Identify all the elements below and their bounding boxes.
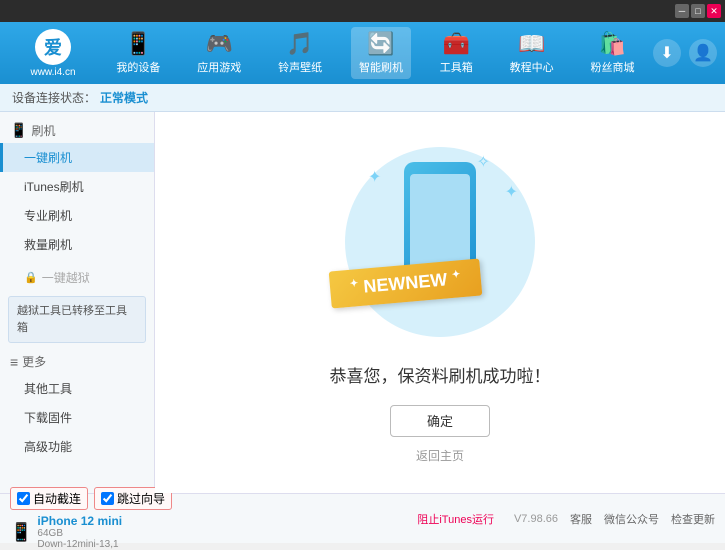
flash-section-label: 刷机 <box>31 122 55 139</box>
sparkle-icon-2: ✦ <box>505 182 518 202</box>
sparkle-icon-3: ✧ <box>477 152 490 172</box>
nav-toolbox[interactable]: 🧰 工具箱 <box>432 27 481 79</box>
bottom-right: V7.98.66 客服 微信公众号 检查更新 <box>514 511 715 527</box>
new-stars-left: ✦ <box>349 278 358 290</box>
toolbox-icon: 🧰 <box>443 31 470 57</box>
jailbreak-label: 一键越狱 <box>42 269 90 286</box>
sidebar-section-jailbreak: 🔒 一键越狱 越狱工具已转移至工具箱 <box>0 263 154 343</box>
top-nav: 爱 www.i4.cn 📱 我的设备 🎮 应用游戏 🎵 铃声壁纸 🔄 智能刷机 … <box>0 22 725 84</box>
bottom-bar: 自动截连 跳过向导 📱 iPhone 12 mini 64GB Down-12m… <box>0 493 725 543</box>
sidebar: 📱 刷机 一键刷机 iTunes刷机 专业刷机 救量刷机 🔒 一键越狱 <box>0 112 155 493</box>
sparkle-icon-1: ✦ <box>368 167 381 187</box>
go-home-link[interactable]: 返回主页 <box>416 447 464 464</box>
my-device-label: 我的设备 <box>116 59 160 75</box>
maximize-button[interactable]: □ <box>691 4 705 18</box>
sidebar-item-restore-flash[interactable]: 救量刷机 <box>0 230 154 259</box>
bottom-stop: 阻止iTunes运行 <box>417 511 494 527</box>
status-bar: 设备连接状态： 正常模式 <box>0 84 725 112</box>
auto-reconnect-checkbox[interactable] <box>17 492 30 505</box>
smart-flash-icon: 🔄 <box>367 31 394 57</box>
sidebar-jailbreak-info: 越狱工具已转移至工具箱 <box>8 296 146 343</box>
nav-tutorial[interactable]: 📖 教程中心 <box>502 27 562 79</box>
success-text: 恭喜您，保资料刷机成功啦！ <box>330 362 551 387</box>
sidebar-section-more-header: ≡ 更多 <box>0 347 154 374</box>
new-badge-text: NEW <box>363 273 407 297</box>
app-game-icon: 🎮 <box>206 31 233 57</box>
content-area: ✦ ✦ ✧ ✦ NEWNEW ✦ 恭喜您，保资料刷机成功啦！ 确定 返回主页 <box>155 112 725 493</box>
minimize-button[interactable]: ─ <box>675 4 689 18</box>
nav-items: 📱 我的设备 🎮 应用游戏 🎵 铃声壁纸 🔄 智能刷机 🧰 工具箱 📖 教程中心… <box>98 27 653 79</box>
sidebar-item-other-tools[interactable]: 其他工具 <box>0 374 154 403</box>
nav-fan-mall[interactable]: 🛍️ 粉丝商城 <box>582 27 642 79</box>
device-storage: 64GB <box>37 528 122 539</box>
title-bar: ─ □ ✕ <box>0 0 725 22</box>
skip-wizard-checkbox[interactable] <box>101 492 114 505</box>
nav-right: ⬇ 👤 <box>653 39 717 67</box>
device-details: iPhone 12 mini 64GB Down-12mini-13,1 <box>37 514 122 550</box>
ringtone-label: 铃声壁纸 <box>278 59 322 75</box>
lock-icon: 🔒 <box>24 271 38 284</box>
main-layout: 📱 刷机 一键刷机 iTunes刷机 专业刷机 救量刷机 🔒 一键越狱 <box>0 112 725 493</box>
device-name: iPhone 12 mini <box>37 514 122 528</box>
logo[interactable]: 爱 www.i4.cn <box>8 29 98 78</box>
sidebar-section-flash: 📱 刷机 一键刷机 iTunes刷机 专业刷机 救量刷机 <box>0 116 154 259</box>
more-section-icon: ≡ <box>10 354 18 370</box>
download-button[interactable]: ⬇ <box>653 39 681 67</box>
service-link[interactable]: 客服 <box>570 511 592 527</box>
sidebar-item-pro-flash[interactable]: 专业刷机 <box>0 201 154 230</box>
user-button[interactable]: 👤 <box>689 39 717 67</box>
nav-ringtone[interactable]: 🎵 铃声壁纸 <box>270 27 330 79</box>
check-update-link[interactable]: 检查更新 <box>671 511 715 527</box>
toolbox-label: 工具箱 <box>440 59 473 75</box>
sidebar-item-download-firmware[interactable]: 下载固件 <box>0 403 154 432</box>
sidebar-section-more: ≡ 更多 其他工具 下载固件 高级功能 <box>0 347 154 461</box>
fan-mall-label: 粉丝商城 <box>590 59 634 75</box>
device-model: Down-12mini-13,1 <box>37 539 122 550</box>
sidebar-section-flash-header: 📱 刷机 <box>0 116 154 143</box>
smart-flash-label: 智能刷机 <box>359 59 403 75</box>
tutorial-icon: 📖 <box>518 31 545 57</box>
nav-app-game[interactable]: 🎮 应用游戏 <box>189 27 249 79</box>
logo-icon: 爱 <box>35 29 71 65</box>
sidebar-jailbreak-header: 🔒 一键越狱 <box>0 263 154 292</box>
app-game-label: 应用游戏 <box>197 59 241 75</box>
bottom-left: 自动截连 跳过向导 📱 iPhone 12 mini 64GB Down-12m… <box>10 487 417 550</box>
sidebar-item-one-key-flash[interactable]: 一键刷机 <box>0 143 154 172</box>
wechat-link[interactable]: 微信公众号 <box>604 511 659 527</box>
flash-section-icon: 📱 <box>10 122 27 139</box>
confirm-button[interactable]: 确定 <box>390 405 490 437</box>
close-button[interactable]: ✕ <box>707 4 721 18</box>
new-stars-right: ✦ <box>451 269 460 281</box>
device-phone-icon: 📱 <box>10 522 32 543</box>
status-value: 正常模式 <box>100 89 148 106</box>
nav-my-device[interactable]: 📱 我的设备 <box>108 27 168 79</box>
more-section-label: 更多 <box>22 353 46 370</box>
my-device-icon: 📱 <box>125 31 152 57</box>
logo-subtext: www.i4.cn <box>30 67 75 78</box>
tutorial-label: 教程中心 <box>510 59 554 75</box>
status-label: 设备连接状态： <box>12 89 96 106</box>
auto-reconnect-label: 自动截连 <box>33 490 81 507</box>
phone-screen <box>410 174 470 274</box>
nav-smart-flash[interactable]: 🔄 智能刷机 <box>351 27 411 79</box>
sidebar-item-itunes-flash[interactable]: iTunes刷机 <box>0 172 154 201</box>
ringtone-icon: 🎵 <box>286 31 313 57</box>
hero-illustration: ✦ ✦ ✧ ✦ NEWNEW ✦ <box>340 142 540 342</box>
sidebar-item-advanced[interactable]: 高级功能 <box>0 432 154 461</box>
fan-mall-icon: 🛍️ <box>599 31 626 57</box>
stop-itunes-button[interactable]: 阻止iTunes运行 <box>417 511 494 527</box>
checkbox-auto-reconnect[interactable]: 自动截连 <box>10 487 88 510</box>
device-info: 📱 iPhone 12 mini 64GB Down-12mini-13,1 <box>10 514 417 550</box>
